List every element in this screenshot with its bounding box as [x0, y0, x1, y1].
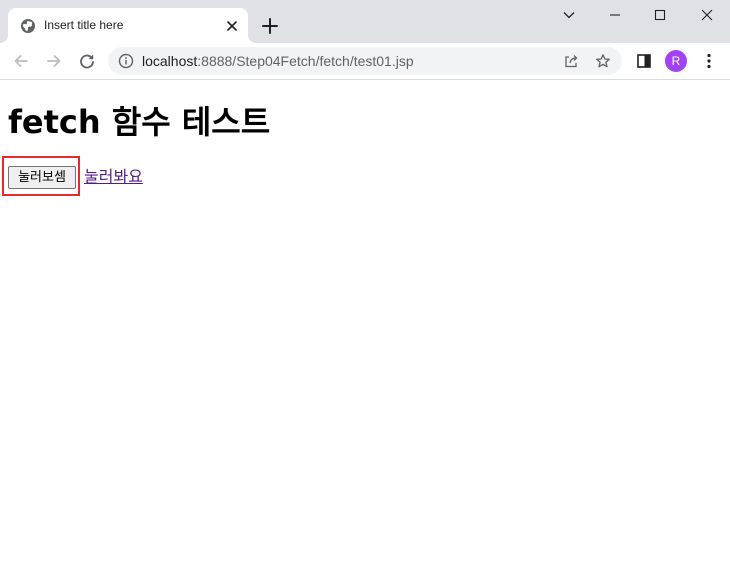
tab-search-button[interactable]	[546, 0, 592, 30]
more-vert-icon[interactable]	[700, 52, 718, 70]
address-bar[interactable]: localhost:8888/Step04Fetch/fetch/test01.…	[108, 47, 622, 75]
browser-toolbar: localhost:8888/Step04Fetch/fetch/test01.…	[0, 43, 730, 80]
side-panel-icon[interactable]	[635, 52, 653, 70]
press-link[interactable]: 눌러봐요	[84, 167, 143, 187]
globe-icon	[21, 19, 35, 33]
browser-tab[interactable]: Insert title here	[8, 8, 248, 43]
share-icon[interactable]	[563, 53, 579, 69]
maximize-button[interactable]	[637, 0, 683, 30]
page-content: fetch 함수 테스트 눌러보셈 눌러봐요	[0, 81, 730, 569]
plus-icon[interactable]	[260, 16, 280, 36]
maximize-icon	[654, 9, 666, 21]
back-arrow-icon[interactable]	[12, 52, 30, 70]
tab-title: Insert title here	[44, 18, 124, 32]
star-icon[interactable]	[595, 53, 611, 69]
minimize-icon	[610, 14, 620, 16]
avatar[interactable]: R	[665, 50, 687, 72]
close-icon	[701, 9, 713, 21]
info-icon[interactable]	[118, 53, 134, 69]
url-path: :8888/Step04Fetch/fetch/test01.jsp	[197, 53, 414, 69]
chevron-down-icon	[563, 12, 575, 19]
forward-arrow-icon[interactable]	[45, 52, 63, 70]
close-window-button[interactable]	[684, 0, 730, 30]
reload-icon[interactable]	[78, 52, 96, 70]
browser-title-bar: Insert title here	[0, 0, 730, 43]
minimize-button[interactable]	[592, 0, 638, 30]
url-host: localhost	[142, 53, 198, 69]
press-button[interactable]: 눌러보셈	[8, 166, 76, 189]
url-text[interactable]: localhost:8888/Step04Fetch/fetch/test01.…	[142, 53, 414, 69]
page-title: fetch 함수 테스트	[8, 103, 271, 141]
close-icon[interactable]	[224, 18, 240, 34]
